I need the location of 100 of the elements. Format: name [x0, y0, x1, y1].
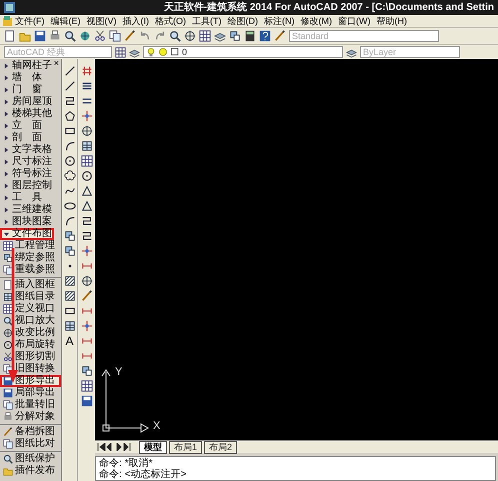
palette-command[interactable]: 改变比例 — [0, 327, 61, 339]
palette-command[interactable]: 图纸保护 — [0, 453, 61, 465]
block-icon[interactable] — [80, 365, 92, 377]
palette-command[interactable]: 重载参照 — [0, 264, 61, 276]
palette-command[interactable]: 插件发布 — [0, 465, 61, 477]
menu-item[interactable]: 帮助(H) — [376, 16, 407, 26]
palette-group[interactable]: 文件布图 — [0, 228, 54, 240]
cloud-icon[interactable] — [64, 170, 76, 182]
circle-icon[interactable] — [80, 170, 92, 182]
crosshair-icon[interactable] — [184, 30, 196, 42]
palette-command[interactable]: 绑定参照 — [0, 252, 61, 264]
pencil-icon[interactable] — [80, 290, 92, 302]
command-window[interactable]: 命令: *取消* 命令: <动态标注开> — [95, 456, 496, 481]
array-icon[interactable] — [80, 380, 92, 392]
palette-group[interactable]: 轴网柱子 — [0, 60, 54, 72]
palette-group[interactable]: 工 具 — [0, 192, 54, 204]
polyline-icon[interactable] — [64, 95, 76, 107]
palette-command[interactable]: 分解对象 — [0, 411, 61, 423]
layout-tab[interactable]: 布局2 — [204, 440, 238, 454]
polyline-icon[interactable] — [80, 215, 92, 227]
palette-command[interactable]: 布局旋转 — [0, 339, 61, 351]
menu-item[interactable]: 文件(F) — [15, 16, 44, 26]
command-icon — [3, 400, 13, 410]
palette-group[interactable]: 楼梯其他 — [0, 108, 54, 120]
cross-icon[interactable] — [80, 245, 92, 257]
menu-item[interactable]: 格式(O) — [155, 16, 186, 26]
palette-command[interactable]: 备档拆图 — [0, 426, 61, 438]
palette-group[interactable]: 门 窗 — [0, 84, 54, 96]
palette-command[interactable]: 批量转旧 — [0, 399, 61, 411]
circle-icon[interactable] — [64, 155, 76, 167]
calculator-icon[interactable] — [244, 30, 256, 42]
palette-group[interactable]: 剖 面 — [0, 132, 54, 144]
blocks-icon[interactable] — [229, 30, 241, 42]
collapse-arrow-icon — [4, 232, 9, 236]
command-icon — [3, 340, 13, 350]
palette-group[interactable]: 文字表格 — [0, 144, 54, 156]
palette-group[interactable]: 符号标注 — [0, 168, 54, 180]
hatch-icon[interactable] — [64, 275, 76, 287]
construction-line-icon[interactable] — [64, 80, 76, 92]
target-icon[interactable] — [80, 275, 92, 287]
ellipse-icon[interactable] — [64, 200, 76, 212]
new-file-icon[interactable] — [4, 30, 16, 42]
printer-icon[interactable] — [49, 30, 61, 42]
palette-group[interactable]: 立 面 — [0, 120, 54, 132]
command-icon — [3, 466, 13, 476]
bars-icon[interactable] — [80, 80, 92, 92]
layout-tab[interactable]: 布局1 — [169, 440, 202, 454]
move-icon[interactable] — [80, 110, 92, 122]
drawing-canvas[interactable]: Y X — [95, 59, 498, 440]
palette-group[interactable]: 尺寸标注 — [0, 156, 54, 168]
menu-item[interactable]: 工具(T) — [192, 16, 222, 26]
preview-icon[interactable] — [64, 30, 76, 42]
table-icon[interactable] — [80, 140, 92, 152]
polygon-icon[interactable] — [64, 110, 76, 122]
block-icon[interactable] — [64, 230, 76, 242]
scissors-icon[interactable] — [94, 30, 106, 42]
close-button[interactable]: × — [54, 59, 59, 68]
menu-item[interactable]: 视图(V) — [86, 16, 116, 26]
palette-command[interactable]: 图形切割 — [0, 351, 61, 363]
layers-icon[interactable] — [214, 30, 226, 42]
table-icon[interactable] — [64, 320, 76, 332]
palette-command[interactable]: 视口放大 — [0, 315, 61, 327]
palette-command[interactable]: 工程管理 — [0, 240, 61, 252]
rectangle-icon[interactable] — [64, 125, 76, 137]
save-icon[interactable] — [34, 30, 46, 42]
palette-command[interactable]: 图纸比对 — [0, 438, 61, 450]
brush-icon[interactable] — [124, 30, 136, 42]
arc-icon[interactable] — [64, 140, 76, 152]
palette-group[interactable]: 图层控制 — [0, 180, 54, 192]
undo-icon[interactable] — [139, 30, 151, 42]
layout-tab[interactable]: 模型 — [139, 440, 167, 454]
menu-item[interactable]: 窗口(W) — [338, 16, 370, 26]
step-icon[interactable] — [80, 230, 92, 242]
palette-command[interactable]: 图形导出 — [0, 375, 61, 387]
text-tool-icon[interactable]: A — [65, 335, 74, 347]
palette-group[interactable]: 墙 体 — [0, 72, 54, 84]
palette-command[interactable]: 插入图框 — [0, 279, 61, 291]
region-icon[interactable] — [64, 305, 76, 317]
line-icon[interactable] — [64, 65, 76, 77]
menu-item[interactable]: 标注(N) — [264, 16, 294, 26]
help-icon[interactable] — [259, 30, 271, 42]
menu-item[interactable]: 修改(M) — [300, 16, 332, 26]
save-icon[interactable] — [80, 395, 92, 407]
menu-item[interactable]: 插入(I) — [122, 16, 149, 26]
palette-group[interactable]: 三维建模 — [0, 204, 54, 216]
zoom-icon[interactable] — [169, 30, 181, 42]
triangle-icon[interactable] — [80, 185, 92, 197]
copy-icon[interactable] — [109, 30, 121, 42]
grid-icon[interactable] — [199, 30, 211, 42]
palette-command[interactable]: 图纸目录 — [0, 291, 61, 303]
layer-dropdown[interactable]: 0 — [143, 46, 343, 58]
crosshair-icon[interactable] — [80, 125, 92, 137]
menu-item[interactable]: 绘图(D) — [228, 16, 258, 26]
insert-block-icon[interactable] — [64, 245, 76, 257]
palette-group[interactable]: 图块图案 — [0, 216, 54, 228]
palette-command[interactable]: 定义视口 — [0, 303, 61, 315]
menu-item[interactable]: 编辑(E) — [50, 16, 80, 26]
palette-command[interactable]: 局部导出 — [0, 387, 61, 399]
globe-icon[interactable] — [79, 30, 91, 42]
palette-group[interactable]: 房间屋顶 — [0, 96, 54, 108]
